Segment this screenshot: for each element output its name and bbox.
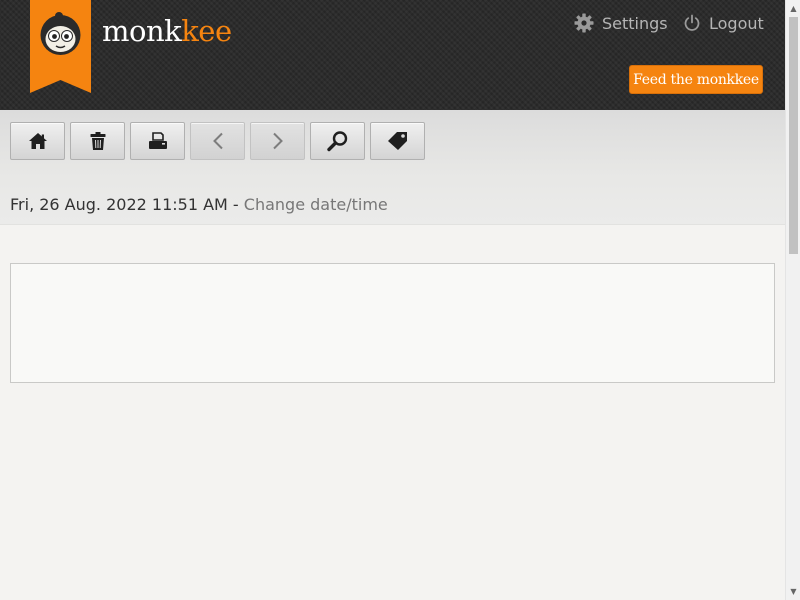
entry-text-editor[interactable] (10, 263, 775, 383)
logout-link[interactable]: Logout (683, 12, 764, 34)
settings-label: Settings (602, 13, 668, 33)
page-scrollbar[interactable]: ▲ ▼ (785, 0, 800, 600)
feed-the-monkkee-button[interactable]: Feed the monkkee (629, 65, 763, 94)
logo-wordmark[interactable]: monkkee (102, 14, 232, 48)
print-button[interactable] (130, 122, 185, 160)
tags-button[interactable] (370, 122, 425, 160)
search-icon (326, 131, 347, 152)
monkey-logo-icon (40, 12, 81, 55)
chevron-right-icon (272, 132, 283, 150)
printer-icon (148, 132, 167, 149)
logo-ribbon[interactable] (30, 0, 91, 93)
scroll-down-arrow-icon[interactable]: ▼ (786, 584, 800, 599)
delete-button[interactable] (70, 122, 125, 160)
trash-icon (90, 132, 105, 150)
home-icon (28, 133, 47, 149)
previous-entry-button[interactable] (190, 122, 245, 160)
entry-toolbar: Fri, 26 Aug. 2022 11:51 AM - Change date… (0, 110, 785, 225)
app-header: monkkee Settings Logout Feed the monkkee (0, 0, 785, 110)
logout-label: Logout (709, 13, 764, 33)
home-button[interactable] (10, 122, 65, 160)
tag-icon (387, 132, 407, 150)
logo-wordmark-main: monk (102, 14, 182, 48)
logo-wordmark-accent: kee (181, 14, 232, 48)
entry-date-line: Fri, 26 Aug. 2022 11:51 AM - Change date… (10, 195, 388, 214)
next-entry-button[interactable] (250, 122, 305, 160)
power-icon (684, 14, 700, 31)
scrollbar-thumb[interactable] (789, 17, 798, 254)
gear-icon (574, 13, 594, 33)
change-date-time-link[interactable]: Change date/time (244, 195, 388, 214)
search-button[interactable] (310, 122, 365, 160)
settings-link[interactable]: Settings (574, 12, 668, 34)
scroll-up-arrow-icon[interactable]: ▲ (786, 1, 800, 16)
date-separator: - (227, 195, 244, 214)
chevron-left-icon (212, 132, 223, 150)
entry-date: Fri, 26 Aug. 2022 11:51 AM (10, 195, 228, 214)
